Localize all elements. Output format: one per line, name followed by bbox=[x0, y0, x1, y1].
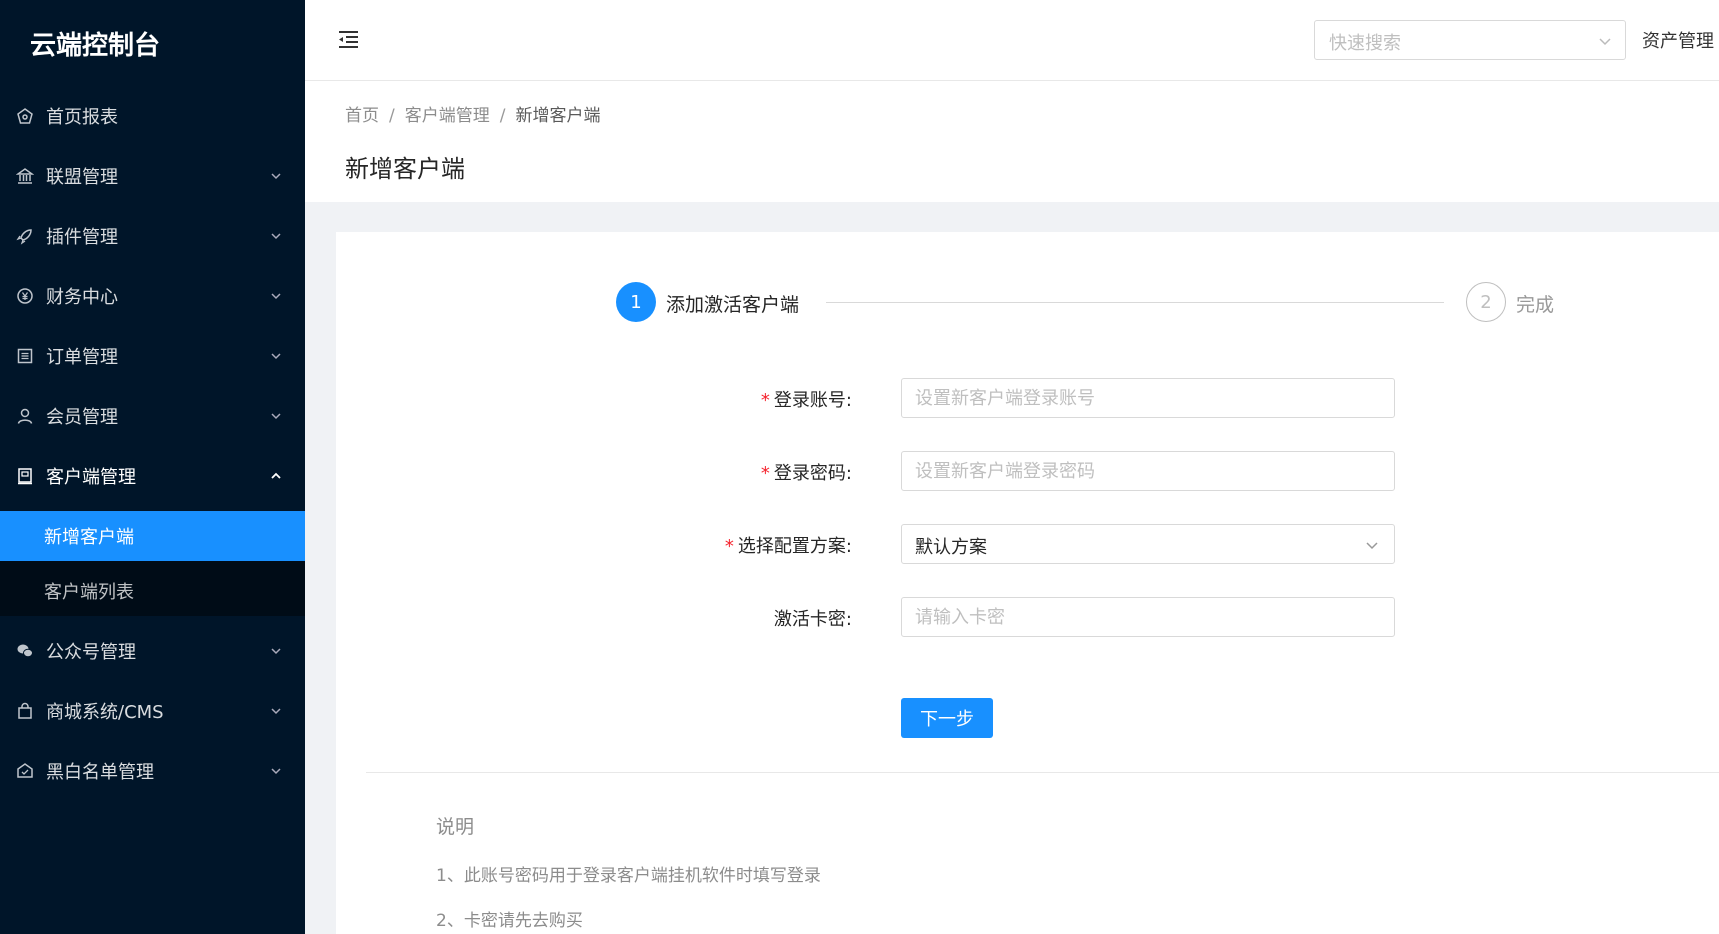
app-logo: 云端控制台 bbox=[30, 30, 161, 61]
password-label: * 登录密码: bbox=[760, 463, 852, 484]
plan-select[interactable]: 默认方案 bbox=[901, 524, 1395, 564]
sidebar-item-label: 财务中心 bbox=[46, 287, 118, 308]
sidebar-item-members[interactable]: 会员管理 bbox=[0, 386, 305, 446]
steps: 1 添加激活客户端 2 完成 bbox=[616, 282, 1556, 322]
chevron-down-icon bbox=[271, 648, 281, 655]
account-input[interactable] bbox=[901, 378, 1395, 418]
quick-search-placeholder: 快速搜索 bbox=[1329, 33, 1401, 54]
divider bbox=[366, 772, 1719, 773]
shopping-bag-icon bbox=[16, 702, 34, 720]
breadcrumb-current: 新增客户端 bbox=[515, 106, 601, 126]
notes-section: 说明 1、此账号密码用于登录客户端挂机软件时填写登录 2、卡密请先去购买 bbox=[436, 812, 821, 934]
sidebar-item-finance[interactable]: 财务中心 bbox=[0, 266, 305, 326]
client-icon bbox=[16, 467, 34, 485]
page-title: 新增客户端 bbox=[345, 155, 465, 183]
wechat-icon bbox=[16, 642, 34, 660]
user-icon bbox=[16, 407, 34, 425]
sidebar-item-clients[interactable]: 客户端管理 bbox=[0, 446, 305, 506]
bank-icon bbox=[16, 167, 34, 185]
sidebar: 云端控制台 首页报表 联盟管理 插件管理 财务中心 订单管理 会员管理 客户端管… bbox=[0, 0, 305, 934]
dashboard-icon bbox=[16, 107, 34, 125]
card-label: 激活卡密: bbox=[773, 609, 852, 630]
chevron-down-icon bbox=[271, 233, 281, 240]
form-row-card: 激活卡密: bbox=[336, 597, 1395, 637]
breadcrumb-separator: / bbox=[499, 106, 506, 126]
page-header: 首页 / 客户端管理 / 新增客户端 新增客户端 bbox=[305, 81, 1719, 202]
quick-search-select[interactable]: 快速搜索 bbox=[1314, 20, 1626, 60]
asset-management-link[interactable]: 资产管理 bbox=[1642, 27, 1714, 53]
password-input[interactable] bbox=[901, 451, 1395, 491]
sidebar-item-blacklist[interactable]: 黑白名单管理 bbox=[0, 741, 305, 801]
breadcrumb-separator: / bbox=[389, 106, 395, 126]
step-2-circle: 2 bbox=[1466, 282, 1506, 322]
notes-title: 说明 bbox=[436, 816, 475, 838]
chevron-down-icon bbox=[271, 413, 281, 420]
account-label: * 登录账号: bbox=[760, 390, 852, 411]
content-card: 1 添加激活客户端 2 完成 *登录账号: *登录密码: *选择配置方案: 默认… bbox=[336, 232, 1719, 934]
sidebar-item-label: 商城系统/CMS bbox=[46, 702, 164, 723]
card-key-input[interactable] bbox=[901, 597, 1395, 637]
chevron-down-icon bbox=[1366, 542, 1378, 550]
form-row-password: * 登录密码: bbox=[336, 451, 1395, 491]
chevron-down-icon bbox=[271, 768, 281, 775]
chevron-up-icon bbox=[271, 472, 281, 479]
plan-select-value: 默认方案 bbox=[915, 537, 987, 558]
sidebar-item-label: 订单管理 bbox=[46, 347, 118, 368]
step-connector bbox=[826, 302, 1444, 303]
sidebar-item-label: 黑白名单管理 bbox=[46, 762, 154, 783]
chevron-down-icon bbox=[271, 173, 281, 180]
breadcrumb: 首页 / 客户端管理 / 新增客户端 bbox=[345, 101, 600, 126]
sidebar-subitem-new-client[interactable]: 新增客户端 bbox=[0, 511, 305, 561]
rocket-icon bbox=[16, 227, 34, 245]
sidebar-item-label: 公众号管理 bbox=[46, 642, 136, 663]
notes-line: 2、卡密请先去购买 bbox=[436, 911, 583, 931]
chevron-down-icon bbox=[271, 353, 281, 360]
chevron-down-icon bbox=[271, 293, 281, 300]
top-header: 快速搜索 资产管理 bbox=[305, 0, 1719, 81]
step-2-label: 完成 bbox=[1516, 294, 1555, 316]
notes-line: 1、此账号密码用于登录客户端挂机软件时填写登录 bbox=[436, 866, 821, 886]
form-row-account: * 登录账号: bbox=[336, 378, 1395, 418]
sidebar-item-label: 插件管理 bbox=[46, 227, 118, 248]
sidebar-item-mall-cms[interactable]: 商城系统/CMS bbox=[0, 681, 305, 741]
breadcrumb-client-management[interactable]: 客户端管理 bbox=[405, 106, 490, 126]
yen-icon bbox=[16, 287, 34, 305]
sidebar-item-official-accounts[interactable]: 公众号管理 bbox=[0, 621, 305, 681]
required-mark: * bbox=[760, 390, 770, 411]
step-1-label: 添加激活客户端 bbox=[666, 294, 800, 316]
sidebar-item-orders[interactable]: 订单管理 bbox=[0, 326, 305, 386]
order-list-icon bbox=[16, 347, 34, 365]
sidebar-item-plugins[interactable]: 插件管理 bbox=[0, 206, 305, 266]
safety-icon bbox=[16, 762, 34, 780]
breadcrumb-home[interactable]: 首页 bbox=[345, 106, 379, 126]
form-row-plan: * 选择配置方案: 默认方案 bbox=[336, 524, 1395, 564]
sidebar-item-label: 会员管理 bbox=[46, 407, 118, 428]
sidebar-item-label: 首页报表 bbox=[46, 107, 118, 128]
sidebar-subitem-client-list[interactable]: 客户端列表 bbox=[0, 566, 305, 616]
clients-submenu: 新增客户端 客户端列表 bbox=[0, 511, 305, 616]
plan-label: * 选择配置方案: bbox=[724, 536, 852, 557]
sidebar-item-dashboard[interactable]: 首页报表 bbox=[0, 86, 305, 146]
next-step-button[interactable]: 下一步 bbox=[901, 698, 993, 738]
sidebar-item-label: 客户端管理 bbox=[46, 467, 136, 488]
required-mark: * bbox=[760, 463, 770, 484]
sidebar-item-label: 联盟管理 bbox=[46, 167, 118, 188]
chevron-down-icon bbox=[271, 708, 281, 715]
menu-fold-icon[interactable] bbox=[335, 27, 361, 53]
sidebar-item-alliance[interactable]: 联盟管理 bbox=[0, 146, 305, 206]
required-mark: * bbox=[724, 536, 734, 557]
step-1-circle: 1 bbox=[616, 282, 656, 322]
chevron-down-icon bbox=[1599, 38, 1611, 46]
